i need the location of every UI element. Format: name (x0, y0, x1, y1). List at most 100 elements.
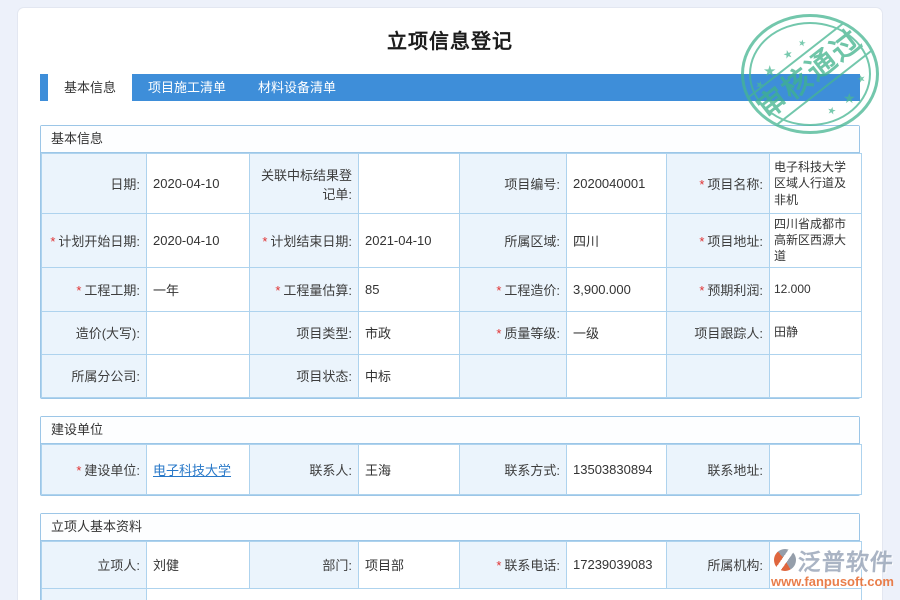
field-value: 中标 (359, 354, 460, 397)
field-label-text: 日期: (110, 177, 140, 192)
field-label (667, 354, 770, 397)
field-value: 一级 (567, 311, 667, 354)
required-marker: * (262, 234, 267, 249)
field-label-text: 项目编号: (504, 177, 560, 192)
field-label: 所属机构: (667, 541, 770, 588)
field-value: 市政 (359, 311, 460, 354)
field-label (460, 354, 567, 397)
field-label-text: 联系人: (309, 463, 352, 478)
tab-material-equipment-list[interactable]: 材料设备清单 (242, 74, 352, 101)
required-marker: * (496, 326, 501, 341)
info-table: *建设单位: 电子科技大学 联系人: 王海 联系方式: 13503830894 联系地址: (41, 444, 862, 495)
field-label: 备注: (42, 588, 147, 600)
form-area: 基本信息日期: 2020-04-10 关联中标结果登记单: 项目编号: 20200400… (40, 125, 860, 600)
field-value: 2021-04-10 (359, 214, 460, 268)
info-table: 立项人: 刘健 部门: 项目部*联系电话:17239039083 所属机构: 备注: (41, 541, 862, 600)
field-label-text: 建设单位: (84, 463, 140, 478)
field-label: 联系地址: (667, 444, 770, 494)
section-header: 立项人基本资料 (41, 514, 859, 541)
field-value: 17239039083 (567, 541, 667, 588)
field-label-text: 质量等级: (504, 326, 560, 341)
field-value: 田静 (770, 311, 862, 354)
field-label: 造价(大写): (42, 311, 147, 354)
field-value (359, 154, 460, 214)
field-label-text: 计划开始日期: (58, 234, 140, 249)
field-label-text: 项目类型: (296, 326, 352, 341)
field-label: *预期利润: (667, 267, 770, 311)
section-construction-unit: 建设单位*建设单位:电子科技大学联系人:王海联系方式:13503830894联系… (40, 416, 860, 496)
field-label-text: 项目地址: (707, 234, 763, 249)
field-label: 部门: (250, 541, 359, 588)
field-label-text: 所属区域: (504, 234, 560, 249)
field-label: *建设单位: (42, 444, 147, 494)
field-value (770, 541, 862, 588)
field-label-text: 工程量估算: (283, 283, 352, 298)
field-label: *项目地址: (667, 214, 770, 268)
field-value (567, 354, 667, 397)
field-label-text: 所属分公司: (71, 369, 140, 384)
field-label: 联系方式: (460, 444, 567, 494)
field-value: 项目部 (359, 541, 460, 588)
field-value: 2020-04-10 (147, 154, 250, 214)
field-label-text: 计划结束日期: (270, 234, 352, 249)
construction-unit-link[interactable]: 电子科技大学 (153, 463, 231, 478)
field-label-text: 工程工期: (84, 283, 140, 298)
section-header: 基本信息 (41, 126, 859, 153)
field-label-text: 项目名称: (707, 177, 763, 192)
required-marker: * (275, 283, 280, 298)
field-label-text: 立项人: (97, 558, 140, 573)
field-label: *项目名称: (667, 154, 770, 214)
field-label: 联系人: (250, 444, 359, 494)
field-label: 所属区域: (460, 214, 567, 268)
field-label: *工程量估算: (250, 267, 359, 311)
field-label: *计划开始日期: (42, 214, 147, 268)
field-value (147, 354, 250, 397)
field-label: *质量等级: (460, 311, 567, 354)
info-table: 日期:2020-04-10关联中标结果登记单:项目编号:2020040001*项… (41, 153, 862, 398)
required-marker: * (76, 463, 81, 478)
field-label-text: 联系电话: (504, 558, 560, 573)
field-label-text: 工程造价: (504, 283, 560, 298)
field-label-text: 所属机构: (707, 558, 763, 573)
field-label: *工程造价: (460, 267, 567, 311)
field-label: 项目跟踪人: (667, 311, 770, 354)
field-value: 85 (359, 267, 460, 311)
field-value: 电子科技大学 (147, 444, 250, 494)
field-value (770, 354, 862, 397)
section-basic-info: 基本信息日期: 2020-04-10 关联中标结果登记单: 项目编号: 20200400… (40, 125, 860, 399)
field-value: 电子科技大学区域人行道及非机 (770, 154, 862, 214)
field-label: *计划结束日期: (250, 214, 359, 268)
field-value: 王海 (359, 444, 460, 494)
field-label: *工程工期: (42, 267, 147, 311)
field-label-text: 关联中标结果登记单: (261, 168, 352, 202)
field-label-text: 造价(大写): (76, 326, 140, 341)
field-value: 刘健 (147, 541, 250, 588)
field-label-text: 联系地址: (707, 463, 763, 478)
field-label: 项目类型: (250, 311, 359, 354)
field-label: 项目状态: (250, 354, 359, 397)
field-value: 四川 (567, 214, 667, 268)
tab-construction-list[interactable]: 项目施工清单 (132, 74, 242, 101)
required-marker: * (699, 283, 704, 298)
section-header: 建设单位 (41, 417, 859, 444)
field-label: 立项人: (42, 541, 147, 588)
field-label: 项目编号: (460, 154, 567, 214)
required-marker: * (699, 177, 704, 192)
tab-bar: 基本信息项目施工清单材料设备清单 (40, 74, 860, 101)
field-label-text: 部门: (322, 558, 352, 573)
field-label: *联系电话: (460, 541, 567, 588)
field-value: 3,900.000 (567, 267, 667, 311)
tab-basic-info[interactable]: 基本信息 (48, 74, 132, 106)
required-marker: * (50, 234, 55, 249)
field-value: 12.000 (770, 267, 862, 311)
field-value (147, 311, 250, 354)
field-value (147, 588, 862, 600)
field-value: 2020-04-10 (147, 214, 250, 268)
page-title: 立项信息登记 (0, 25, 900, 54)
field-label-text: 联系方式: (504, 463, 560, 478)
required-marker: * (76, 283, 81, 298)
viewport: 立项信息登记 基本信息项目施工清单材料设备清单 基本信息日期:2020-04-1… (0, 0, 900, 600)
field-value: 13503830894 (567, 444, 667, 494)
field-label: 日期: (42, 154, 147, 214)
field-value: 2020040001 (567, 154, 667, 214)
